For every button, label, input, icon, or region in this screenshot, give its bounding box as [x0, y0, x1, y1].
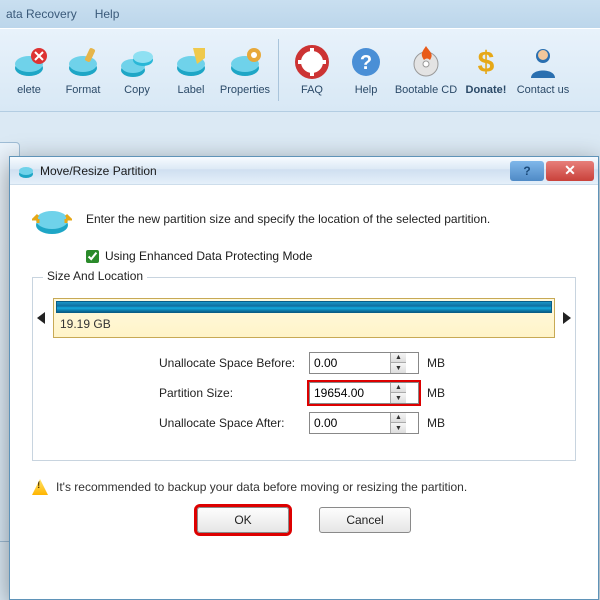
- partition-size-text: 19.19 GB: [60, 317, 111, 331]
- enhanced-mode-checkbox[interactable]: [86, 250, 99, 263]
- toolbar-label: Bootable CD: [395, 84, 457, 96]
- svg-text:?: ?: [360, 52, 372, 74]
- partition-size-input[interactable]: [310, 386, 390, 400]
- person-icon: [525, 44, 561, 80]
- spinner[interactable]: ▲▼: [390, 353, 406, 373]
- unallocate-before-field[interactable]: ▲▼: [309, 352, 419, 374]
- toolbar-label: Help: [355, 84, 378, 96]
- unit-label: MB: [427, 386, 445, 400]
- warning-text: It's recommended to backup your data bef…: [56, 480, 467, 494]
- partition-size-label: Partition Size:: [49, 386, 309, 400]
- unallocate-before-input[interactable]: [310, 356, 390, 370]
- dialog-titlebar: Move/Resize Partition ? ✕: [10, 157, 598, 185]
- toolbar-label: Copy: [124, 84, 150, 96]
- toolbar-label: elete: [17, 84, 41, 96]
- toolbar-label: Format: [66, 84, 101, 96]
- partition-size-field[interactable]: ▲▼: [309, 382, 419, 404]
- ok-button[interactable]: OK: [197, 507, 289, 533]
- partition-bar[interactable]: 19.19 GB: [53, 298, 555, 338]
- main-toolbar: elete Format Copy Label Properties FAQ ?: [0, 28, 600, 112]
- disk-properties-icon: [227, 44, 263, 80]
- toolbar-faq[interactable]: FAQ: [285, 35, 339, 105]
- toolbar-label: Label: [178, 84, 205, 96]
- toolbar-separator: [278, 39, 279, 101]
- cd-fire-icon: [408, 44, 444, 80]
- dialog-title: Move/Resize Partition: [40, 164, 508, 178]
- question-icon: ?: [348, 44, 384, 80]
- move-resize-dialog: Move/Resize Partition ? ✕ Enter the new …: [9, 156, 599, 600]
- unit-label: MB: [427, 356, 445, 370]
- toolbar-label: Properties: [220, 84, 270, 96]
- disk-copy-icon: [119, 44, 155, 80]
- unallocate-after-input[interactable]: [310, 416, 390, 430]
- svg-text:$: $: [478, 46, 495, 79]
- disk-label-icon: [173, 44, 209, 80]
- dollar-icon: $: [468, 44, 504, 80]
- menu-bar: ata Recovery Help: [0, 0, 600, 28]
- toolbar-copy[interactable]: Copy: [110, 35, 164, 105]
- toolbar-label: FAQ: [301, 84, 323, 96]
- toolbar-help[interactable]: ? Help: [339, 35, 393, 105]
- menu-item-help[interactable]: Help: [95, 7, 120, 21]
- unit-label: MB: [427, 416, 445, 430]
- toolbar-donate[interactable]: $ Donate!: [459, 35, 513, 105]
- menu-item-data-recovery[interactable]: ata Recovery: [6, 7, 77, 21]
- unallocate-after-field[interactable]: ▲▼: [309, 412, 419, 434]
- toolbar-properties[interactable]: Properties: [218, 35, 272, 105]
- resize-handle-right[interactable]: [563, 312, 571, 324]
- toolbar-label: Donate!: [466, 84, 507, 96]
- spinner[interactable]: ▲▼: [390, 383, 406, 403]
- spinner[interactable]: ▲▼: [390, 413, 406, 433]
- resize-icon: [32, 199, 72, 239]
- dialog-intro: Enter the new partition size and specify…: [86, 212, 490, 226]
- disk-delete-icon: [11, 44, 47, 80]
- toolbar-delete[interactable]: elete: [2, 35, 56, 105]
- partition-icon: [18, 163, 34, 179]
- toolbar-bootable-cd[interactable]: Bootable CD: [393, 35, 459, 105]
- toolbar-format[interactable]: Format: [56, 35, 110, 105]
- enhanced-mode-label: Using Enhanced Data Protecting Mode: [105, 249, 312, 263]
- unallocate-after-label: Unallocate Space After:: [49, 416, 309, 430]
- warning-row: It's recommended to backup your data bef…: [32, 479, 576, 495]
- warning-icon: [32, 479, 48, 495]
- dialog-close-button[interactable]: ✕: [546, 161, 594, 181]
- partition-used-region: [56, 301, 552, 313]
- disk-format-icon: [65, 44, 101, 80]
- resize-handle-left[interactable]: [37, 312, 45, 324]
- group-legend: Size And Location: [43, 269, 147, 283]
- size-location-group: Size And Location 19.19 GB Unallocate Sp…: [32, 277, 576, 461]
- toolbar-label: Contact us: [517, 84, 570, 96]
- unallocate-before-label: Unallocate Space Before:: [49, 356, 309, 370]
- cancel-button[interactable]: Cancel: [319, 507, 411, 533]
- toolbar-label[interactable]: Label: [164, 35, 218, 105]
- lifesaver-icon: [294, 44, 330, 80]
- dialog-help-button[interactable]: ?: [510, 161, 544, 181]
- toolbar-contact[interactable]: Contact us: [513, 35, 573, 105]
